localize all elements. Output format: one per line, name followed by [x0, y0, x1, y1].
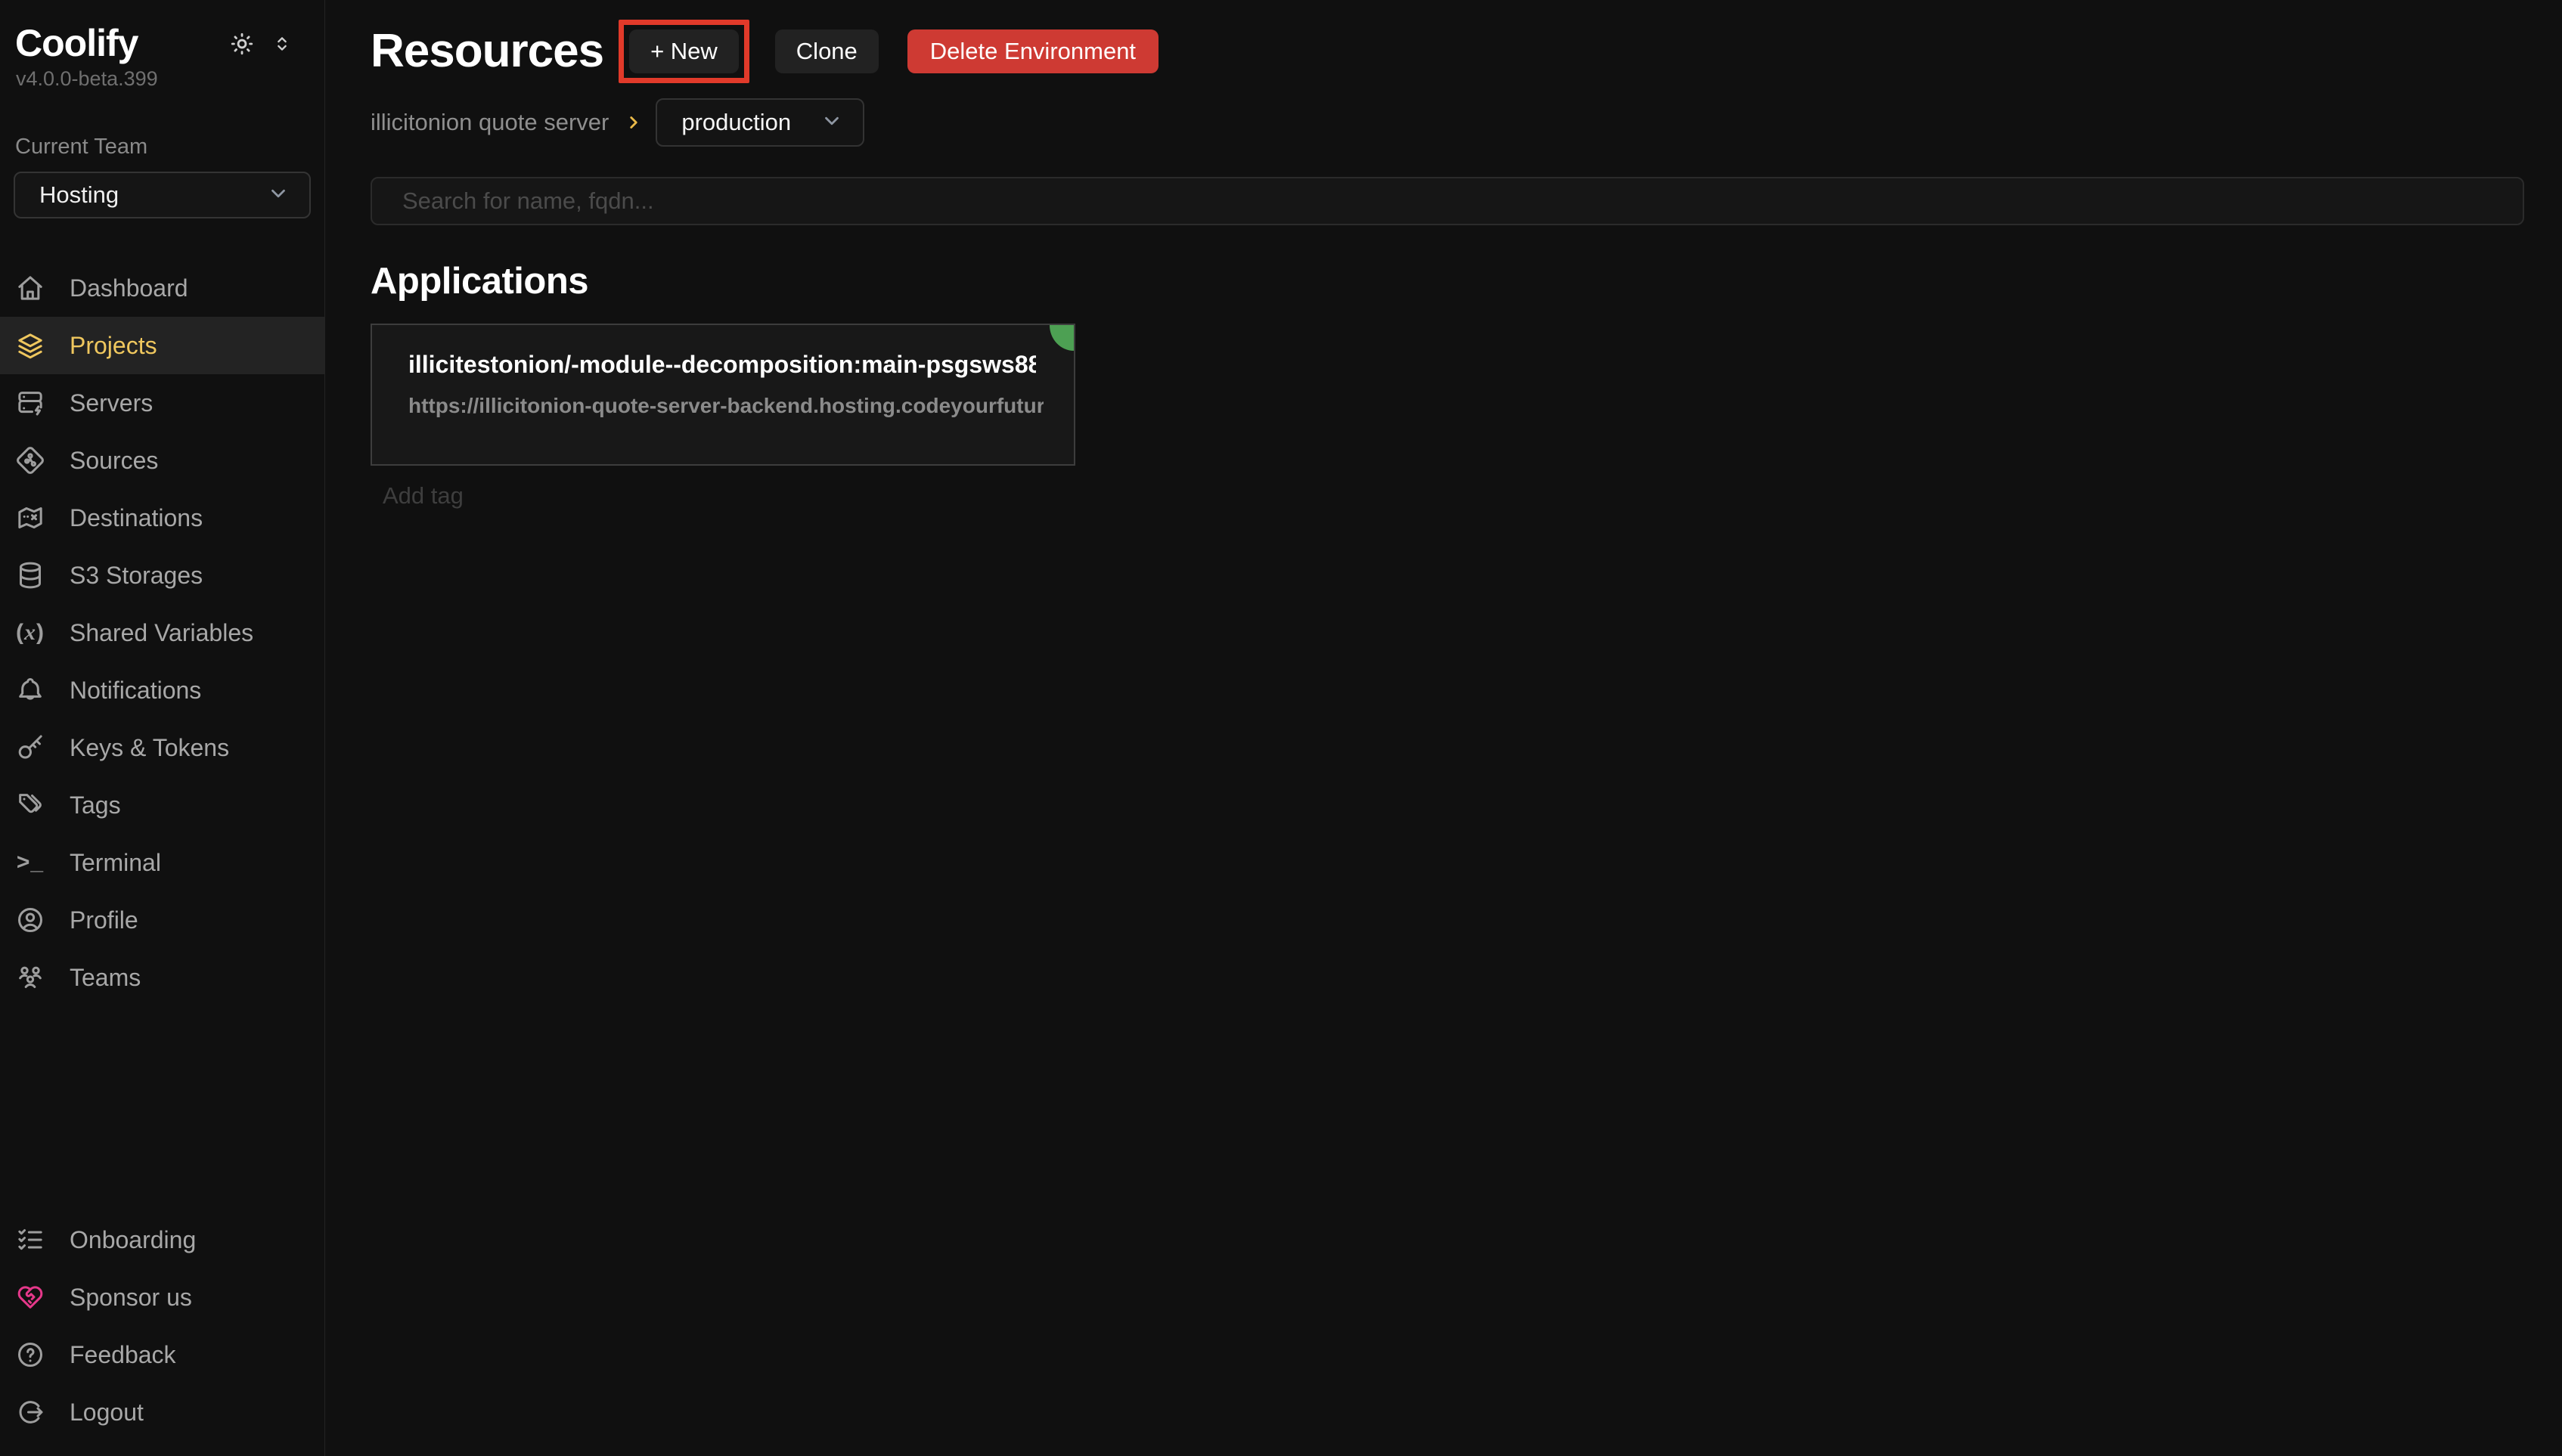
- sidebar-item-label: Terminal: [70, 849, 161, 877]
- help-icon: [14, 1338, 47, 1371]
- app-logo: Coolify: [15, 23, 138, 64]
- main-content: Resources + New Clone Delete Environment…: [325, 0, 2562, 1456]
- header-row: Resources + New Clone Delete Environment: [371, 20, 2524, 83]
- current-team-label: Current Team: [15, 135, 324, 160]
- sponsor-heart-icon: [14, 1281, 47, 1314]
- sidebar-item-label: Keys & Tokens: [70, 734, 229, 762]
- sidebar-item-label: Servers: [70, 389, 153, 417]
- status-running-indicator: [1050, 325, 1074, 351]
- sidebar-item-onboarding[interactable]: Onboarding: [0, 1211, 324, 1269]
- sidebar-item-destinations[interactable]: Destinations: [0, 489, 324, 547]
- sidebar-item-label: Dashboard: [70, 274, 188, 302]
- sidebar-item-label: Onboarding: [70, 1226, 196, 1254]
- map-icon: [14, 501, 47, 534]
- team-select[interactable]: Hosting: [14, 172, 311, 218]
- sidebar-item-label: Notifications: [70, 677, 201, 705]
- breadcrumb: illicitonion quote server production: [371, 98, 2524, 147]
- search-input[interactable]: [371, 177, 2524, 225]
- key-icon: [14, 731, 47, 764]
- sidebar-item-servers[interactable]: Servers: [0, 374, 324, 432]
- variable-icon: (x): [14, 616, 47, 649]
- sidebar-item-label: Sources: [70, 447, 158, 475]
- profile-icon: [14, 903, 47, 937]
- page-title: Resources: [371, 26, 603, 77]
- app-version: v4.0.0-beta.399: [16, 67, 324, 91]
- applications-heading: Applications: [371, 260, 2524, 302]
- logout-icon: [14, 1396, 47, 1429]
- application-url: https://illicitonion-quote-server-backen…: [408, 394, 1044, 418]
- sidebar-item-label: Projects: [70, 332, 157, 360]
- sidebar-item-feedback[interactable]: Feedback: [0, 1326, 324, 1383]
- team-select-value: Hosting: [39, 181, 119, 209]
- sidebar-item-label: Logout: [70, 1399, 144, 1427]
- sidebar-item-s3-storages[interactable]: S3 Storages: [0, 547, 324, 604]
- sidebar-item-label: S3 Storages: [70, 562, 203, 590]
- sidebar-item-keys-tokens[interactable]: Keys & Tokens: [0, 719, 324, 776]
- sidebar-item-notifications[interactable]: Notifications: [0, 661, 324, 719]
- sidebar-item-projects[interactable]: Projects: [0, 317, 324, 374]
- git-source-icon: [14, 444, 47, 477]
- sidebar-item-profile[interactable]: Profile: [0, 891, 324, 949]
- bell-icon: [14, 674, 47, 707]
- sidebar-item-label: Destinations: [70, 504, 203, 532]
- server-icon: [14, 386, 47, 420]
- sidebar: Coolify v4.0.0-beta.399 Current Team Hos…: [0, 0, 325, 1456]
- sidebar-item-tags[interactable]: Tags: [0, 776, 324, 834]
- sidebar-item-label: Sponsor us: [70, 1284, 192, 1312]
- chevron-down-icon: [267, 182, 290, 209]
- layers-icon: [14, 329, 47, 362]
- sidebar-item-teams[interactable]: Teams: [0, 949, 324, 1006]
- sidebar-item-label: Feedback: [70, 1341, 176, 1369]
- application-card[interactable]: illicitestonion/-module--decomposition:m…: [371, 324, 1075, 466]
- sidebar-item-label: Profile: [70, 906, 138, 934]
- chevron-down-icon: [820, 110, 843, 136]
- add-tag-input[interactable]: Add tag: [371, 482, 2524, 510]
- sidebar-item-logout[interactable]: Logout: [0, 1383, 324, 1441]
- checklist-icon: [14, 1223, 47, 1256]
- sidebar-nav: Dashboard Projects Servers Sources Destinati…: [0, 259, 324, 1006]
- sidebar-item-sources[interactable]: Sources: [0, 432, 324, 489]
- breadcrumb-project-link[interactable]: illicitonion quote server: [371, 109, 609, 136]
- terminal-icon: >_: [14, 846, 47, 879]
- annotation-highlight: + New: [619, 20, 749, 83]
- new-button[interactable]: + New: [629, 29, 739, 73]
- clone-button[interactable]: Clone: [775, 29, 879, 73]
- sidebar-item-label: Shared Variables: [70, 619, 253, 647]
- application-title: illicitestonion/-module--decomposition:m…: [408, 351, 1036, 379]
- chevron-right-icon: [624, 113, 644, 132]
- sidebar-item-dashboard[interactable]: Dashboard: [0, 259, 324, 317]
- unfold-selector-icon[interactable]: [271, 33, 293, 54]
- logo-row: Coolify: [0, 0, 324, 64]
- coolify-app: Coolify v4.0.0-beta.399 Current Team Hos…: [0, 0, 2562, 1456]
- sidebar-item-terminal[interactable]: >_ Terminal: [0, 834, 324, 891]
- theme-sun-icon[interactable]: [229, 31, 255, 57]
- tag-icon: [14, 788, 47, 822]
- home-icon: [14, 271, 47, 305]
- environment-select[interactable]: production: [656, 98, 864, 147]
- environment-select-value: production: [681, 109, 791, 136]
- sidebar-item-label: Teams: [70, 964, 141, 992]
- sidebar-item-label: Tags: [70, 792, 121, 819]
- sidebar-item-shared-variables[interactable]: (x) Shared Variables: [0, 604, 324, 661]
- delete-environment-button[interactable]: Delete Environment: [907, 29, 1158, 73]
- database-icon: [14, 559, 47, 592]
- sidebar-footer-nav: Onboarding Sponsor us Feedback Logout: [0, 1211, 324, 1456]
- logo-icons: [229, 31, 293, 57]
- sidebar-item-sponsor-us[interactable]: Sponsor us: [0, 1269, 324, 1326]
- teams-icon: [14, 961, 47, 994]
